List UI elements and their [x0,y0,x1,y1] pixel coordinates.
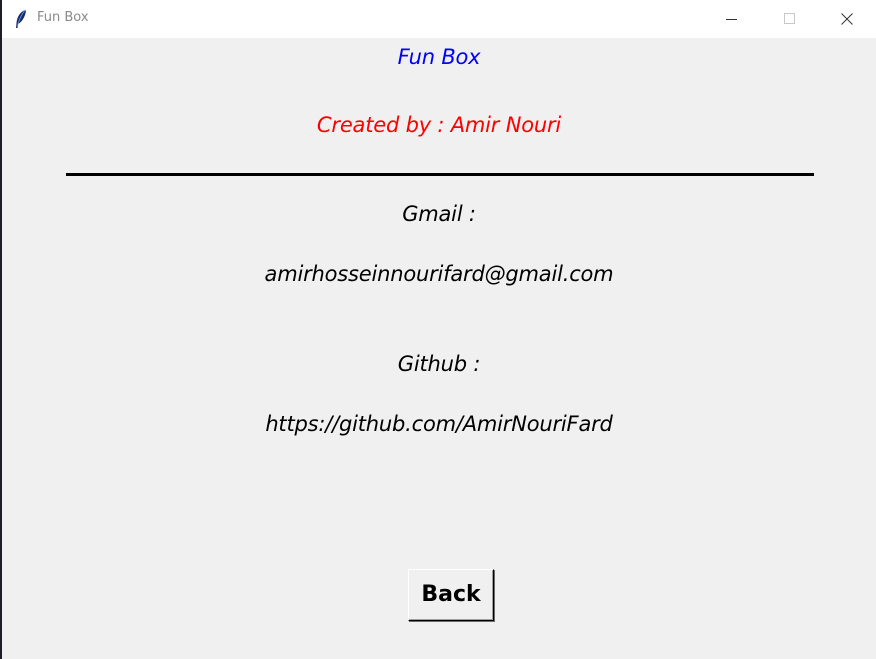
maximize-button[interactable] [766,0,812,38]
gmail-address: amirhosseinnourifard@gmail.com [264,262,614,286]
github-label: Github : [397,352,481,376]
github-url: https://github.com/AmirNouriFard [265,412,613,436]
minimize-icon [726,19,737,20]
app-title: Fun Box [397,45,481,69]
minimize-button[interactable] [708,0,754,38]
author-label: Created by : Amir Nouri [316,113,562,137]
maximize-icon [784,13,795,24]
feather-icon [14,9,28,29]
separator-line [66,173,814,176]
window-title: Fun Box [37,10,89,25]
close-icon [841,13,853,25]
app-window: Fun Box Fun Box Created by : Amir Nouri … [2,0,876,659]
gmail-label: Gmail : [402,202,476,226]
back-button[interactable]: Back [408,569,494,621]
content-area: Fun Box Created by : Amir Nouri Gmail : … [2,38,876,659]
title-bar[interactable]: Fun Box [2,0,876,38]
close-button[interactable] [824,0,870,38]
